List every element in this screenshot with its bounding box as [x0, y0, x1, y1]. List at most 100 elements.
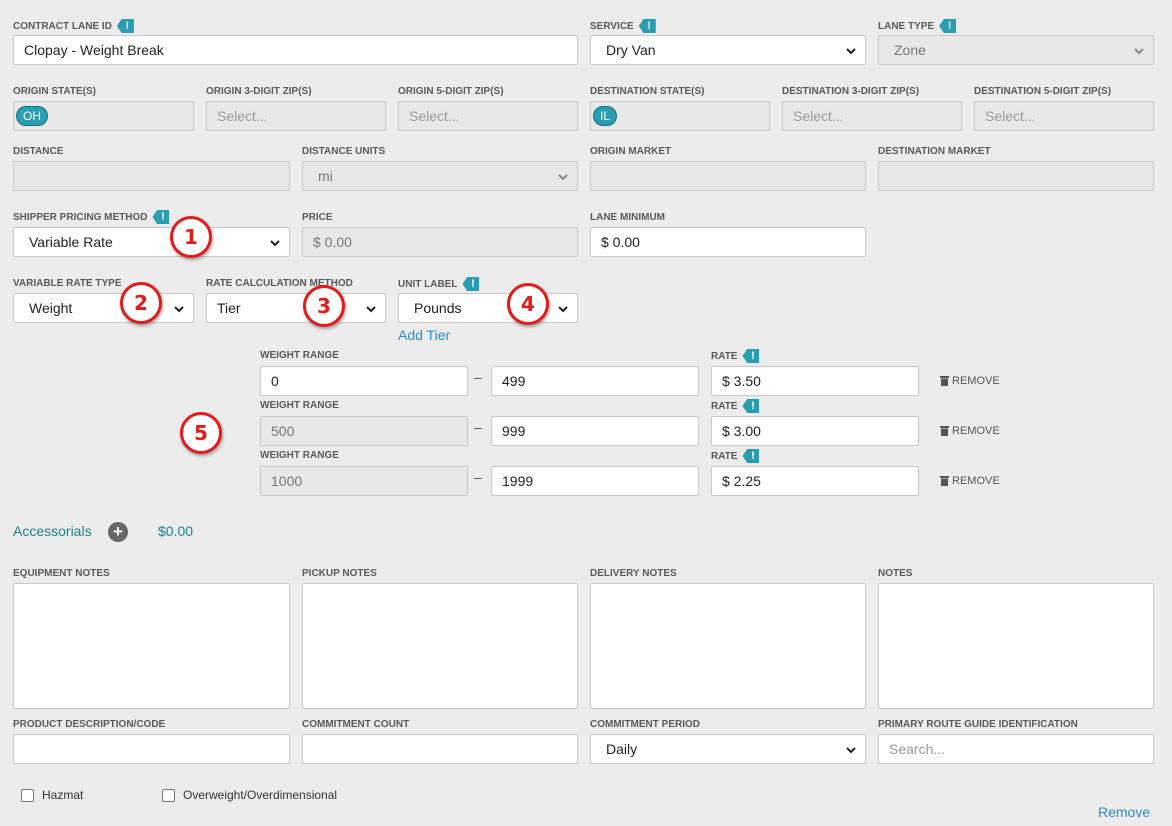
shipper-pricing-method-label: SHIPPER PRICING METHOD!	[13, 210, 170, 224]
product-desc-input[interactable]	[13, 734, 290, 764]
dest-3zip-select[interactable]: Select...	[782, 101, 962, 131]
annotation-badge-5: 5	[180, 412, 222, 454]
weight-range-from-input[interactable]: 500	[260, 416, 468, 446]
distance-label: DISTANCE	[13, 146, 64, 157]
hazmat-checkbox[interactable]: Hazmat	[21, 788, 83, 802]
dest-5zip-label: DESTINATION 5-DIGIT ZIP(S)	[974, 86, 1112, 97]
commitment-period-label: COMMITMENT PERIOD	[590, 719, 700, 730]
info-hint-icon[interactable]: !	[462, 277, 480, 291]
chevron-down-icon	[558, 174, 568, 181]
route-guide-label: PRIMARY ROUTE GUIDE IDENTIFICATION	[878, 719, 1078, 730]
lane-type-select[interactable]: Zone	[878, 35, 1154, 65]
variable-rate-type-label: VARIABLE RATE TYPE	[13, 278, 122, 289]
accessorials-label[interactable]: Accessorials	[13, 523, 92, 539]
price-label: PRICE	[302, 212, 333, 223]
chevron-down-icon	[846, 747, 856, 754]
commitment-count-input[interactable]	[302, 734, 578, 764]
state-chip-il[interactable]: IL	[593, 106, 618, 126]
origin-3zip-label: ORIGIN 3-DIGIT ZIP(S)	[206, 86, 312, 97]
unit-label-select[interactable]: Pounds	[398, 293, 578, 323]
range-dash: –	[474, 469, 482, 485]
destination-market-input[interactable]	[878, 161, 1154, 191]
trash-icon	[940, 426, 949, 436]
chevron-down-icon	[174, 306, 184, 313]
annotation-badge-2: 2	[120, 282, 162, 324]
origin-states-multiselect[interactable]: OH	[13, 101, 194, 131]
range-dash: –	[474, 369, 482, 385]
chevron-down-icon	[1134, 48, 1144, 55]
origin-5zip-select[interactable]: Select...	[398, 101, 578, 131]
route-guide-search-input[interactable]: Search...	[878, 734, 1154, 764]
weight-range-to-input[interactable]: 999	[491, 416, 699, 446]
info-hint-icon[interactable]: !	[152, 210, 170, 224]
info-hint-icon[interactable]: !	[742, 449, 760, 463]
origin-market-input[interactable]	[590, 161, 866, 191]
chevron-down-icon	[846, 48, 856, 55]
checkbox-box[interactable]	[21, 788, 34, 802]
distance-units-label: DISTANCE UNITS	[302, 146, 386, 157]
rate-input[interactable]: $ 3.00	[711, 416, 919, 446]
service-label: SERVICE!	[590, 19, 656, 33]
add-accessorial-icon[interactable]: +	[108, 522, 128, 542]
delivery-notes-textarea[interactable]	[590, 583, 866, 709]
trash-icon	[940, 476, 949, 486]
lane-minimum-input[interactable]: $ 0.00	[590, 227, 866, 257]
rate-input[interactable]: $ 2.25	[711, 466, 919, 496]
accessorials-amount: $0.00	[158, 523, 194, 539]
dest-states-label: DESTINATION STATE(S)	[590, 86, 705, 97]
rate-input[interactable]: $ 3.50	[711, 366, 919, 396]
info-hint-icon[interactable]: !	[939, 19, 957, 33]
rate-label: RATE!	[711, 399, 760, 413]
checkbox-box[interactable]	[162, 788, 175, 802]
weight-range-label: WEIGHT RANGE	[260, 400, 339, 411]
equipment-notes-label: EQUIPMENT NOTES	[13, 568, 110, 579]
annotation-badge-1: 1	[170, 216, 212, 258]
variable-rate-type-select[interactable]: Weight	[13, 293, 194, 323]
delivery-notes-label: DELIVERY NOTES	[590, 568, 677, 579]
contract-lane-id-label: CONTRACT LANE ID!	[13, 19, 134, 33]
lane-type-label: LANE TYPE!	[878, 19, 957, 33]
unit-label-label: UNIT LABEL!	[398, 277, 480, 291]
remove-tier-button[interactable]: REMOVE	[940, 375, 1000, 387]
dest-3zip-label: DESTINATION 3-DIGIT ZIP(S)	[782, 86, 920, 97]
distance-input[interactable]	[13, 161, 290, 191]
weight-range-to-input[interactable]: 1999	[491, 466, 699, 496]
state-chip-oh[interactable]: OH	[16, 106, 48, 126]
notes-textarea[interactable]	[878, 583, 1154, 709]
add-tier-link[interactable]: Add Tier	[398, 327, 450, 343]
overweight-checkbox[interactable]: Overweight/Overdimensional	[162, 788, 337, 802]
weight-range-from-input[interactable]: 0	[260, 366, 468, 396]
distance-units-select[interactable]: mi	[302, 161, 578, 191]
pickup-notes-textarea[interactable]	[302, 583, 578, 709]
chevron-down-icon	[366, 306, 376, 313]
trash-icon	[940, 376, 949, 386]
info-hint-icon[interactable]: !	[116, 19, 134, 33]
chevron-down-icon	[558, 306, 568, 313]
annotation-badge-3: 3	[303, 285, 345, 327]
shipper-pricing-method-select[interactable]: Variable Rate	[13, 227, 290, 257]
dest-states-multiselect[interactable]: IL	[590, 101, 770, 131]
rate-label: RATE!	[711, 349, 760, 363]
product-desc-label: PRODUCT DESCRIPTION/CODE	[13, 719, 166, 730]
remove-tier-button[interactable]: REMOVE	[940, 475, 1000, 487]
weight-range-label: WEIGHT RANGE	[260, 450, 339, 461]
destination-market-label: DESTINATION MARKET	[878, 146, 991, 157]
price-input[interactable]: $ 0.00	[302, 227, 578, 257]
info-hint-icon[interactable]: !	[742, 349, 760, 363]
info-hint-icon[interactable]: !	[742, 399, 760, 413]
weight-range-from-input[interactable]: 1000	[260, 466, 468, 496]
annotation-badge-4: 4	[507, 283, 549, 325]
info-hint-icon[interactable]: !	[638, 19, 656, 33]
service-select[interactable]: Dry Van	[590, 35, 866, 65]
commitment-period-select[interactable]: Daily	[590, 734, 866, 764]
remove-tier-button[interactable]: REMOVE	[940, 425, 1000, 437]
rate-label: RATE!	[711, 449, 760, 463]
origin-3zip-select[interactable]: Select...	[206, 101, 386, 131]
rate-calc-method-select[interactable]: Tier	[206, 293, 386, 323]
contract-lane-id-input[interactable]: Clopay - Weight Break	[13, 35, 578, 65]
weight-range-to-input[interactable]: 499	[491, 366, 699, 396]
pickup-notes-label: PICKUP NOTES	[302, 568, 377, 579]
remove-lane-link[interactable]: Remove	[1098, 804, 1150, 820]
dest-5zip-select[interactable]: Select...	[974, 101, 1154, 131]
equipment-notes-textarea[interactable]	[13, 583, 290, 709]
